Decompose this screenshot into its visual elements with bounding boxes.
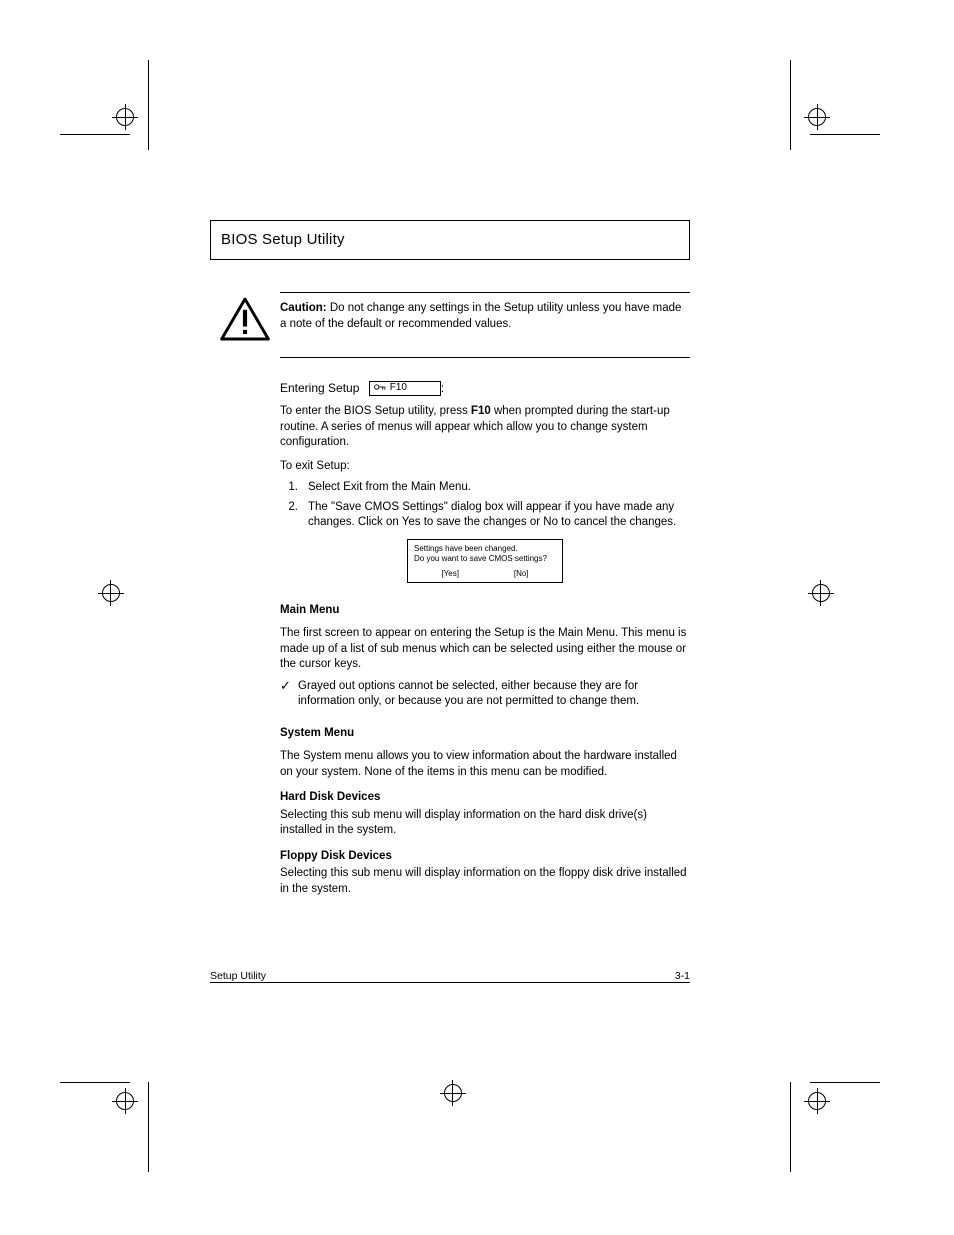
page-heading: BIOS Setup Utility xyxy=(210,220,690,260)
subhead-colon: : xyxy=(441,381,444,395)
dialog-no: [No] xyxy=(514,569,529,579)
note-text: Grayed out options cannot be selected, e… xyxy=(298,679,690,710)
list-number: 2. xyxy=(280,500,298,531)
fdd-text: Selecting this sub menu will display inf… xyxy=(280,867,687,895)
key-label: F10 xyxy=(390,382,407,393)
key-box: F10 xyxy=(369,381,441,396)
dialog-figure: Settings have been changed. Do you want … xyxy=(280,539,690,583)
p1-pre: To enter the BIOS Setup utility, press xyxy=(280,405,471,417)
caution-body: Do not change any settings in the Setup … xyxy=(280,302,681,330)
fdd-body: Selecting this sub menu will display inf… xyxy=(280,866,690,897)
fdd-label: Floppy Disk Devices xyxy=(280,850,392,862)
caution-block: Caution: Do not change any settings in t… xyxy=(280,292,690,358)
caution-text: Caution: Do not change any settings in t… xyxy=(280,301,690,347)
main-menu-heading: Main Menu xyxy=(280,603,690,619)
list-text: The "Save CMOS Settings" dialog box will… xyxy=(308,500,690,531)
hdd-body: Selecting this sub menu will display inf… xyxy=(280,808,690,839)
fdd-block: Floppy Disk Devices xyxy=(280,849,690,865)
dialog-box: Settings have been changed. Do you want … xyxy=(407,539,563,583)
hdd-label: Hard Disk Devices xyxy=(280,791,380,803)
entering-setup-label: Entering Setup xyxy=(280,381,359,395)
exit-setup-intro: To exit Setup: xyxy=(280,459,690,475)
system-menu-body: The System menu allows you to view infor… xyxy=(280,749,690,780)
system-menu-heading: System Menu xyxy=(280,726,690,742)
footer-rule xyxy=(210,982,690,983)
exit-setup-label: To exit Setup: xyxy=(280,460,350,472)
entering-setup-body: To enter the BIOS Setup utility, press F… xyxy=(280,404,690,451)
footer-left: Setup Utility xyxy=(210,970,266,982)
list-text: Select Exit from the Main Menu. xyxy=(308,480,690,496)
p1-mid: when prompted xyxy=(491,405,577,417)
entering-setup-heading: Entering Setup F10 : xyxy=(280,380,690,396)
main-menu-note: ✓ Grayed out options cannot be selected,… xyxy=(280,679,690,710)
exit-steps-list: 1. Select Exit from the Main Menu. 2. Th… xyxy=(280,480,690,531)
page-footer: Setup Utility 3-1 xyxy=(210,970,690,982)
p1-key: F10 xyxy=(471,405,491,417)
dialog-yes: [Yes] xyxy=(441,569,459,579)
hdd-block: Hard Disk Devices xyxy=(280,790,690,806)
hdd-text: Selecting this sub menu will display inf… xyxy=(280,809,647,837)
check-icon: ✓ xyxy=(280,679,292,710)
list-item: 1. Select Exit from the Main Menu. xyxy=(280,480,690,496)
footer-right: 3-1 xyxy=(675,970,690,982)
main-menu-body: The first screen to appear on entering t… xyxy=(280,626,690,673)
main-menu-text: The first screen to appear on entering t… xyxy=(280,626,690,673)
dialog-line2: Do you want to save CMOS settings? xyxy=(414,554,556,564)
dialog-line1: Settings have been changed. xyxy=(414,544,556,554)
list-item: 2. The "Save CMOS Settings" dialog box w… xyxy=(280,500,690,531)
warning-icon xyxy=(220,297,270,347)
content-area: BIOS Setup Utility Caution: Do not chang… xyxy=(210,220,690,897)
list-number: 1. xyxy=(280,480,298,496)
caution-label: Caution: xyxy=(280,302,327,314)
system-menu-text: The System menu allows you to view infor… xyxy=(280,749,690,780)
